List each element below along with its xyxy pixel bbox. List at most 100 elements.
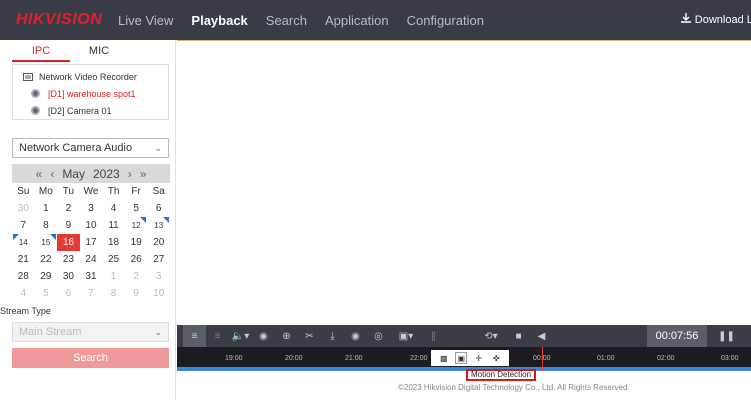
calendar-weekday: We — [83, 186, 99, 197]
calendar-weekday: Tu — [62, 186, 75, 197]
calendar-day[interactable]: 17 — [80, 234, 103, 251]
line-crossing-icon[interactable]: ✛ — [473, 352, 485, 364]
copyright-footer: ©2023 Hikvision Digital Technology Co., … — [398, 383, 630, 392]
calendar-day[interactable]: 4 — [12, 285, 35, 302]
hikvision-logo: HIKVISION — [16, 11, 103, 28]
calendar-day[interactable]: 10 — [80, 217, 103, 234]
calendar-day[interactable]: 12 — [125, 217, 148, 234]
calendar-day[interactable]: 9 — [57, 217, 80, 234]
timeline-tick: 01:00 — [597, 355, 615, 362]
motion-detection-tooltip: Motion Detection — [466, 369, 537, 381]
stream-select[interactable]: Main Stream ⌄ — [12, 322, 169, 342]
lock-icon[interactable]: ◉ — [344, 325, 367, 347]
calendar-day[interactable]: 1 — [35, 200, 58, 217]
calendar-day[interactable]: 13 — [147, 217, 170, 234]
nav-search[interactable]: Search — [266, 13, 307, 28]
calendar-day[interactable]: 7 — [80, 285, 103, 302]
stream-select-value: Main Stream — [19, 326, 82, 338]
calendar-day[interactable]: 3 — [80, 200, 103, 217]
event-type-icon[interactable]: ▣▾ — [390, 325, 422, 347]
calendar-month: May — [62, 166, 85, 181]
download-link[interactable]: Download Lo — [680, 13, 751, 26]
calendar-day[interactable]: 6 — [147, 200, 170, 217]
calendar-day[interactable]: 29 — [35, 268, 58, 285]
search-button[interactable]: Search — [12, 348, 169, 368]
calendar-day[interactable]: 28 — [12, 268, 35, 285]
nav-live-view[interactable]: Live View — [118, 13, 173, 28]
device-camera-d2[interactable]: [D2] Camera 01 — [13, 102, 168, 119]
timeline-tick: 22:00 — [410, 355, 428, 362]
rewind-icon[interactable]: ⟲▾ — [475, 325, 507, 347]
calendar-day[interactable]: 26 — [125, 251, 148, 268]
calendar-day[interactable]: 25 — [102, 251, 125, 268]
smart-search-icon[interactable]: ◎ — [367, 325, 390, 347]
tab-mic[interactable]: MIC — [70, 40, 128, 62]
calendar-day[interactable]: 30 — [57, 268, 80, 285]
next-month-icon[interactable]: › — [128, 167, 132, 181]
window-split-alt-icon[interactable]: ≡ — [206, 325, 229, 347]
calendar-day[interactable]: 21 — [12, 251, 35, 268]
pause-icon[interactable]: ❚❚ — [715, 325, 738, 347]
timeline-tick: 21:00 — [345, 355, 363, 362]
zoom-icon[interactable]: ⊕ — [275, 325, 298, 347]
clip-icon[interactable]: ✂ — [298, 325, 321, 347]
calendar-day[interactable]: 10 — [147, 285, 170, 302]
download-icon[interactable]: ⤓ — [321, 325, 344, 347]
device-camera-d1[interactable]: [D1] warehouse spot1 — [13, 85, 168, 102]
calendar-day[interactable]: 19 — [125, 234, 148, 251]
bar-icon[interactable]: ∥ — [422, 325, 445, 347]
prev-year-icon[interactable]: « — [36, 167, 43, 181]
calendar-day[interactable]: 30 — [12, 200, 35, 217]
prev-month-icon[interactable]: ‹ — [50, 167, 54, 181]
calendar-day[interactable]: 31 — [80, 268, 103, 285]
calendar-day[interactable]: 1 — [102, 268, 125, 285]
tab-ipc[interactable]: IPC — [12, 40, 70, 62]
audio-select[interactable]: Network Camera Audio ⌄ — [12, 138, 169, 158]
calendar-day[interactable]: 22 — [35, 251, 58, 268]
calendar-day[interactable]: 16 — [57, 234, 80, 251]
calendar: « ‹ May 2023 › » Su Mo Tu We Th Fr Sa 30 1 2 3 4 5 6… — [12, 164, 170, 302]
calendar-day[interactable]: 3 — [147, 268, 170, 285]
window-split-icon[interactable]: ≡ — [183, 325, 206, 347]
timeline-cursor[interactable] — [542, 347, 543, 371]
calendar-day[interactable]: 7 — [12, 217, 35, 234]
volume-icon[interactable]: 🔈▾ — [229, 325, 252, 347]
chevron-down-icon: ⌄ — [154, 326, 162, 337]
stream-type-label: Stream Type — [0, 306, 51, 316]
calendar-day[interactable]: 11 — [102, 217, 125, 234]
calendar-day[interactable]: 27 — [147, 251, 170, 268]
calendar-day[interactable]: 9 — [125, 285, 148, 302]
continuous-record-icon[interactable]: ▩ — [438, 352, 450, 364]
stop-icon[interactable]: ■ — [507, 325, 530, 347]
calendar-day[interactable]: 8 — [35, 217, 58, 234]
calendar-day[interactable]: 18 — [102, 234, 125, 251]
calendar-day[interactable]: 2 — [125, 268, 148, 285]
motion-detection-icon[interactable]: ▣ — [455, 352, 468, 364]
reverse-play-icon[interactable]: ◀ — [530, 325, 553, 347]
timeline-tick: 02:00 — [657, 355, 675, 362]
calendar-day[interactable]: 2 — [57, 200, 80, 217]
nav-playback[interactable]: Playback — [191, 13, 247, 28]
nav-configuration[interactable]: Configuration — [407, 13, 484, 28]
device-camera-d2-label: [D2] Camera 01 — [48, 105, 112, 116]
calendar-day[interactable]: 4 — [102, 200, 125, 217]
calendar-day[interactable]: 23 — [57, 251, 80, 268]
calendar-day[interactable]: 5 — [35, 285, 58, 302]
video-area[interactable] — [177, 40, 751, 325]
device-nvr[interactable]: Network Video Recorder — [13, 68, 168, 85]
calendar-day[interactable]: 5 — [125, 200, 148, 217]
playback-time: 00:07:56 — [647, 325, 707, 347]
calendar-day[interactable]: 6 — [57, 285, 80, 302]
nav-application[interactable]: Application — [325, 13, 389, 28]
calendar-day[interactable]: 24 — [80, 251, 103, 268]
calendar-day[interactable]: 8 — [102, 285, 125, 302]
calendar-day[interactable]: 15 — [35, 234, 58, 251]
calendar-weekday: Su — [17, 186, 30, 197]
next-year-icon[interactable]: » — [140, 167, 147, 181]
calendar-year: 2023 — [92, 166, 120, 181]
snapshot-icon[interactable]: ◉ — [252, 325, 275, 347]
playback-toolbar: ≡ ≡ 🔈▾ ◉ ⊕ ✂ ⤓ ◉ ◎ ▣▾ ∥ ⟲▾ ■ ◀ 00:07:56 … — [177, 325, 751, 347]
calendar-day[interactable]: 20 — [147, 234, 170, 251]
intrusion-icon[interactable]: ✜ — [490, 352, 502, 364]
calendar-day[interactable]: 14 — [12, 234, 35, 251]
